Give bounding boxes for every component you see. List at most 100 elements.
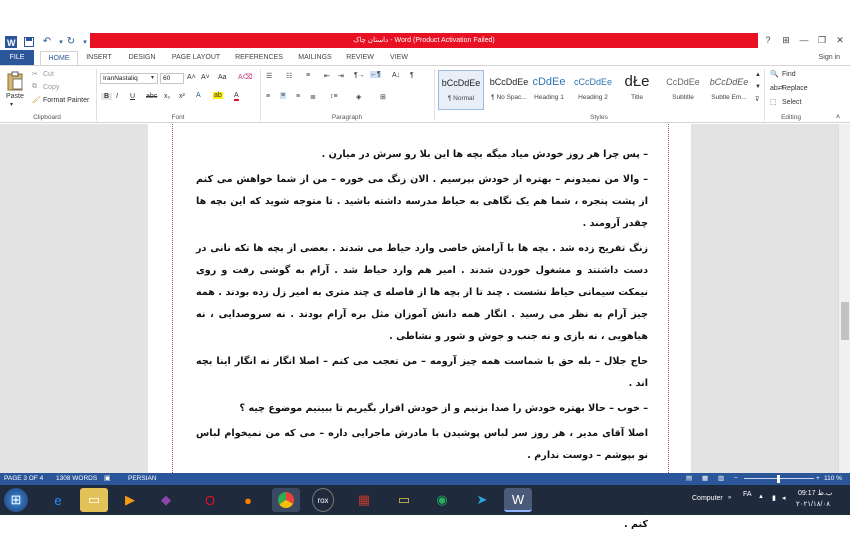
media-player-icon[interactable]: ▶ xyxy=(116,488,144,512)
increase-indent-icon[interactable]: ⇥ xyxy=(338,72,344,80)
page-count[interactable]: PAGE 3 OF 4 xyxy=(4,473,43,485)
rox-player-icon[interactable]: rox xyxy=(312,488,334,512)
help-button[interactable]: ? xyxy=(760,34,776,47)
input-language-indicator[interactable]: FA xyxy=(743,491,752,498)
file-explorer-icon[interactable]: ▭ xyxy=(80,488,108,512)
line-spacing-icon[interactable]: ↕≡ xyxy=(330,93,338,100)
zoom-slider-thumb[interactable] xyxy=(777,475,780,483)
word-taskbar-icon[interactable]: W xyxy=(504,488,532,512)
copy-icon[interactable]: ⧉ xyxy=(32,83,37,91)
paste-dropdown-icon[interactable]: ▾ xyxy=(10,101,13,108)
italic-button[interactable]: I xyxy=(116,93,118,100)
font-color-button[interactable]: A xyxy=(234,92,239,101)
style-heading-1[interactable]: cDdEe Heading 1 xyxy=(526,70,572,110)
text-highlight-icon[interactable]: ab xyxy=(213,92,223,99)
subscript-button[interactable]: x₂ xyxy=(164,93,170,100)
scrollbar-thumb[interactable] xyxy=(841,302,849,340)
replace-button[interactable]: Replace xyxy=(782,85,808,92)
winrar-icon[interactable]: ▦ xyxy=(350,488,378,512)
redo-icon[interactable]: ↻ xyxy=(64,35,78,48)
ltr-direction-icon[interactable]: ¶→ xyxy=(354,72,365,79)
visual-studio-icon[interactable]: ◆ xyxy=(152,488,180,512)
internet-explorer-icon[interactable]: e xyxy=(44,488,72,512)
format-painter-icon[interactable]: 🖌 xyxy=(32,96,41,104)
select-icon[interactable]: ⬚ xyxy=(770,98,777,106)
paste-button[interactable]: Paste xyxy=(6,93,24,100)
bold-button[interactable]: B xyxy=(101,93,112,100)
style-normal[interactable]: bCcDdEe ¶ Normal xyxy=(438,70,484,110)
network-app-icon[interactable]: ◉ xyxy=(428,488,456,512)
font-name-dropdown-icon[interactable]: ▾ xyxy=(151,74,154,81)
justify-icon[interactable]: ≣ xyxy=(310,93,316,101)
select-button[interactable]: Select xyxy=(782,99,801,106)
text-effects-icon[interactable]: A xyxy=(196,92,201,99)
language-indicator[interactable]: PERSIAN xyxy=(128,473,157,485)
style-heading-2[interactable]: cCcDdEe Heading 2 xyxy=(570,70,616,110)
zoom-level[interactable]: 110 % xyxy=(824,473,842,485)
word-count[interactable]: 1308 WORDS xyxy=(56,473,97,485)
clock-date[interactable]: ۲۰۲۱/۱۸/۰۸ xyxy=(796,500,830,508)
tab-references[interactable]: REFERENCES xyxy=(230,51,288,65)
decrease-indent-icon[interactable]: ⇤ xyxy=(324,72,330,80)
cut-icon[interactable]: ✂ xyxy=(32,70,38,78)
show-formatting-marks-icon[interactable]: ¶ xyxy=(410,72,414,79)
font-name-combo[interactable]: IranNastaliq xyxy=(100,73,158,84)
collapse-ribbon-icon[interactable]: ˄ xyxy=(836,114,840,121)
styles-scroll-down-icon[interactable]: ▼ xyxy=(755,84,761,90)
sign-in-link[interactable]: Sign in xyxy=(800,51,840,65)
folder-icon[interactable]: ▭ xyxy=(390,488,418,512)
sort-icon[interactable]: A↓ xyxy=(392,72,400,79)
copy-button[interactable]: Copy xyxy=(43,84,59,91)
cut-button[interactable]: Cut xyxy=(43,71,54,78)
opera-icon[interactable]: O xyxy=(196,488,224,512)
computer-toolbar-label[interactable]: Computer xyxy=(692,495,723,502)
save-icon[interactable] xyxy=(22,35,36,48)
tab-mailings[interactable]: MAILINGS xyxy=(292,51,338,65)
rtl-direction-icon[interactable]: ←¶ xyxy=(370,71,381,78)
web-layout-icon[interactable]: ▥ xyxy=(718,473,724,485)
vertical-scrollbar[interactable] xyxy=(838,124,850,473)
font-size-combo[interactable]: 60 xyxy=(160,73,184,84)
firefox-icon[interactable]: ● xyxy=(234,488,262,512)
zoom-out-icon[interactable]: − xyxy=(734,473,738,485)
style-title[interactable]: dŁe Title xyxy=(614,70,660,110)
format-painter-button[interactable]: Format Painter xyxy=(43,97,89,104)
print-layout-icon[interactable]: ▦ xyxy=(702,473,708,485)
telegram-icon[interactable]: ➤ xyxy=(468,488,496,512)
tab-review[interactable]: REVIEW xyxy=(342,51,378,65)
find-icon[interactable]: 🔍 xyxy=(770,70,779,78)
grow-font-button[interactable]: A˄ xyxy=(187,74,196,81)
tab-page-layout[interactable]: PAGE LAYOUT xyxy=(166,51,226,65)
shading-icon[interactable]: ◈ xyxy=(356,93,361,101)
network-tray-icon[interactable]: ▮ xyxy=(772,494,776,502)
numbering-icon[interactable]: ☷ xyxy=(286,72,292,80)
proofing-icon[interactable]: ▣ xyxy=(104,473,111,485)
toolbar-expand-icon[interactable]: » xyxy=(728,495,731,501)
tab-design[interactable]: DESIGN xyxy=(122,51,162,65)
superscript-button[interactable]: x² xyxy=(179,93,185,100)
style-subtle-emphasis[interactable]: bCcDdEe Subtle Em... xyxy=(706,70,752,110)
read-mode-icon[interactable]: ▤ xyxy=(686,473,692,485)
undo-icon[interactable]: ↶ xyxy=(40,35,54,48)
style-subtitle[interactable]: CcDdEe Subtitle xyxy=(660,70,706,110)
bullets-icon[interactable]: ☰ xyxy=(266,72,272,80)
ribbon-display-options-button[interactable]: ⊞ xyxy=(778,34,794,47)
clear-formatting-icon[interactable]: A⌫ xyxy=(238,73,253,81)
change-case-button[interactable]: Aa xyxy=(218,74,227,81)
multilevel-list-icon[interactable]: ≡ xyxy=(306,72,310,79)
underline-button[interactable]: U xyxy=(130,93,135,100)
restore-button[interactable]: ❐ xyxy=(814,34,830,47)
tab-view[interactable]: VIEW xyxy=(384,51,414,65)
align-left-icon[interactable]: ≡ xyxy=(266,93,270,100)
tab-insert[interactable]: INSERT xyxy=(82,51,116,65)
tray-expand-icon[interactable]: ▲ xyxy=(758,494,764,500)
tab-file[interactable]: FILE xyxy=(0,50,34,65)
clock-time[interactable]: 09:17 ب.ظ xyxy=(798,489,832,497)
minimize-button[interactable]: — xyxy=(796,34,812,47)
styles-scroll-up-icon[interactable]: ▲ xyxy=(755,72,761,78)
volume-tray-icon[interactable]: ◂ xyxy=(782,494,786,502)
start-button[interactable]: ⊞ xyxy=(4,488,28,512)
strikethrough-button[interactable]: abc xyxy=(146,93,157,100)
paste-icon[interactable] xyxy=(4,70,26,92)
borders-icon[interactable]: ⊞ xyxy=(380,93,386,101)
